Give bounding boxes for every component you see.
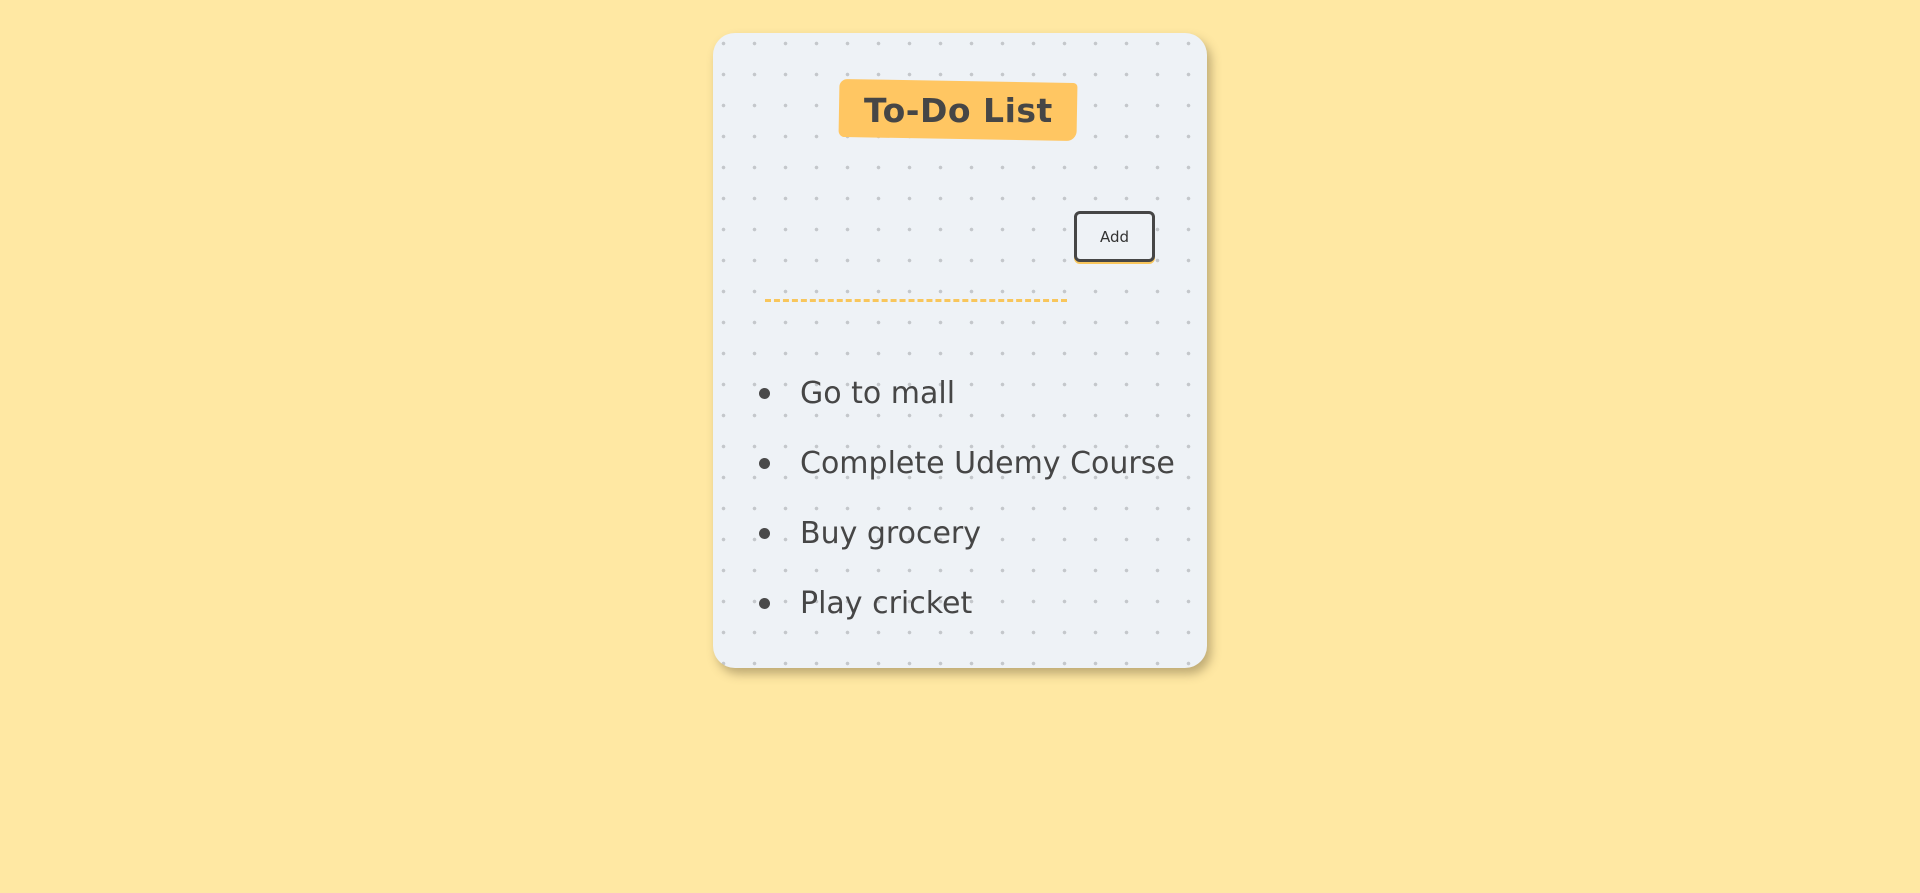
todo-card: To-Do List Add Go to mall Complete Udemy… bbox=[713, 33, 1207, 668]
add-button[interactable]: Add bbox=[1074, 211, 1155, 262]
todo-input[interactable] bbox=[765, 271, 1067, 302]
title-highlight: To-Do List bbox=[838, 78, 1078, 142]
bullet-icon bbox=[759, 528, 770, 539]
bullet-icon bbox=[759, 598, 770, 609]
list-item-text: Go to mall bbox=[800, 376, 956, 411]
list-item-text: Play cricket bbox=[800, 586, 973, 621]
bullet-icon bbox=[759, 388, 770, 399]
bullet-icon bbox=[759, 458, 770, 469]
page-title: To-Do List bbox=[863, 90, 1053, 130]
list-item-text: Complete Udemy Course bbox=[800, 446, 1175, 481]
list-item-text: Buy grocery bbox=[800, 516, 981, 551]
